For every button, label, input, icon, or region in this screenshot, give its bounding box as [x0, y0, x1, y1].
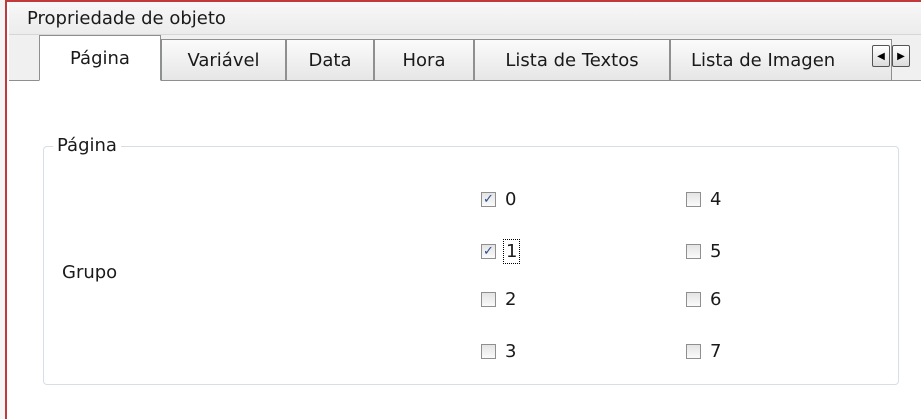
checkbox-label: 1 [502, 239, 521, 264]
checkbox-box[interactable]: ✓ [481, 244, 496, 259]
checkbox-5[interactable]: 5 [686, 241, 721, 262]
checkbox-0[interactable]: ✓ 0 [481, 189, 516, 210]
checkbox-box[interactable] [481, 344, 496, 359]
window-title: Propriedade de objeto [27, 8, 226, 29]
checkbox-3[interactable]: 3 [481, 341, 516, 362]
checkbox-box[interactable] [686, 192, 701, 207]
checkbox-box[interactable] [481, 292, 496, 307]
checkbox-box[interactable] [686, 244, 701, 259]
grupo-label: Grupo [62, 262, 118, 283]
checkbox-label: 0 [505, 189, 517, 210]
pagina-group-box [43, 146, 899, 385]
checkbox-7[interactable]: 7 [686, 341, 721, 362]
checkbox-label: 2 [505, 289, 517, 310]
checkbox-2[interactable]: 2 [481, 289, 516, 310]
tab-panel-pagina: Página Grupo ✓ 0 ✓ 1 2 3 4 5 6 7 [9, 81, 921, 419]
tab-pagina[interactable]: Página [39, 35, 161, 81]
window-left-border [0, 0, 7, 419]
checkbox-6[interactable]: 6 [686, 289, 721, 310]
checkbox-box[interactable]: ✓ [481, 192, 496, 207]
checkbox-box[interactable] [686, 292, 701, 307]
checkbox-label: 3 [505, 341, 517, 362]
tab-variavel[interactable]: Variável [161, 39, 286, 80]
checkbox-4[interactable]: 4 [686, 189, 721, 210]
checkbox-label: 5 [710, 241, 722, 262]
checkbox-label: 7 [710, 341, 722, 362]
tab-lista-de-textos[interactable]: Lista de Textos [474, 39, 670, 80]
tab-data[interactable]: Data [286, 39, 374, 80]
tab-strip: Página Variável Data Hora Lista de Texto… [9, 35, 921, 81]
tab-hora[interactable]: Hora [374, 39, 474, 80]
checkbox-1[interactable]: ✓ 1 [481, 239, 521, 264]
tab-lista-de-imagens[interactable]: Lista de Imagen [670, 39, 892, 80]
arrow-right-icon[interactable]: ▶ [892, 45, 910, 67]
checkbox-box[interactable] [686, 344, 701, 359]
checkbox-label: 4 [710, 189, 722, 210]
arrow-left-icon[interactable]: ◀ [872, 45, 890, 67]
group-title: Página [53, 135, 121, 156]
checkbox-label: 6 [710, 289, 722, 310]
properties-title-bar: Propriedade de objeto [9, 2, 921, 35]
